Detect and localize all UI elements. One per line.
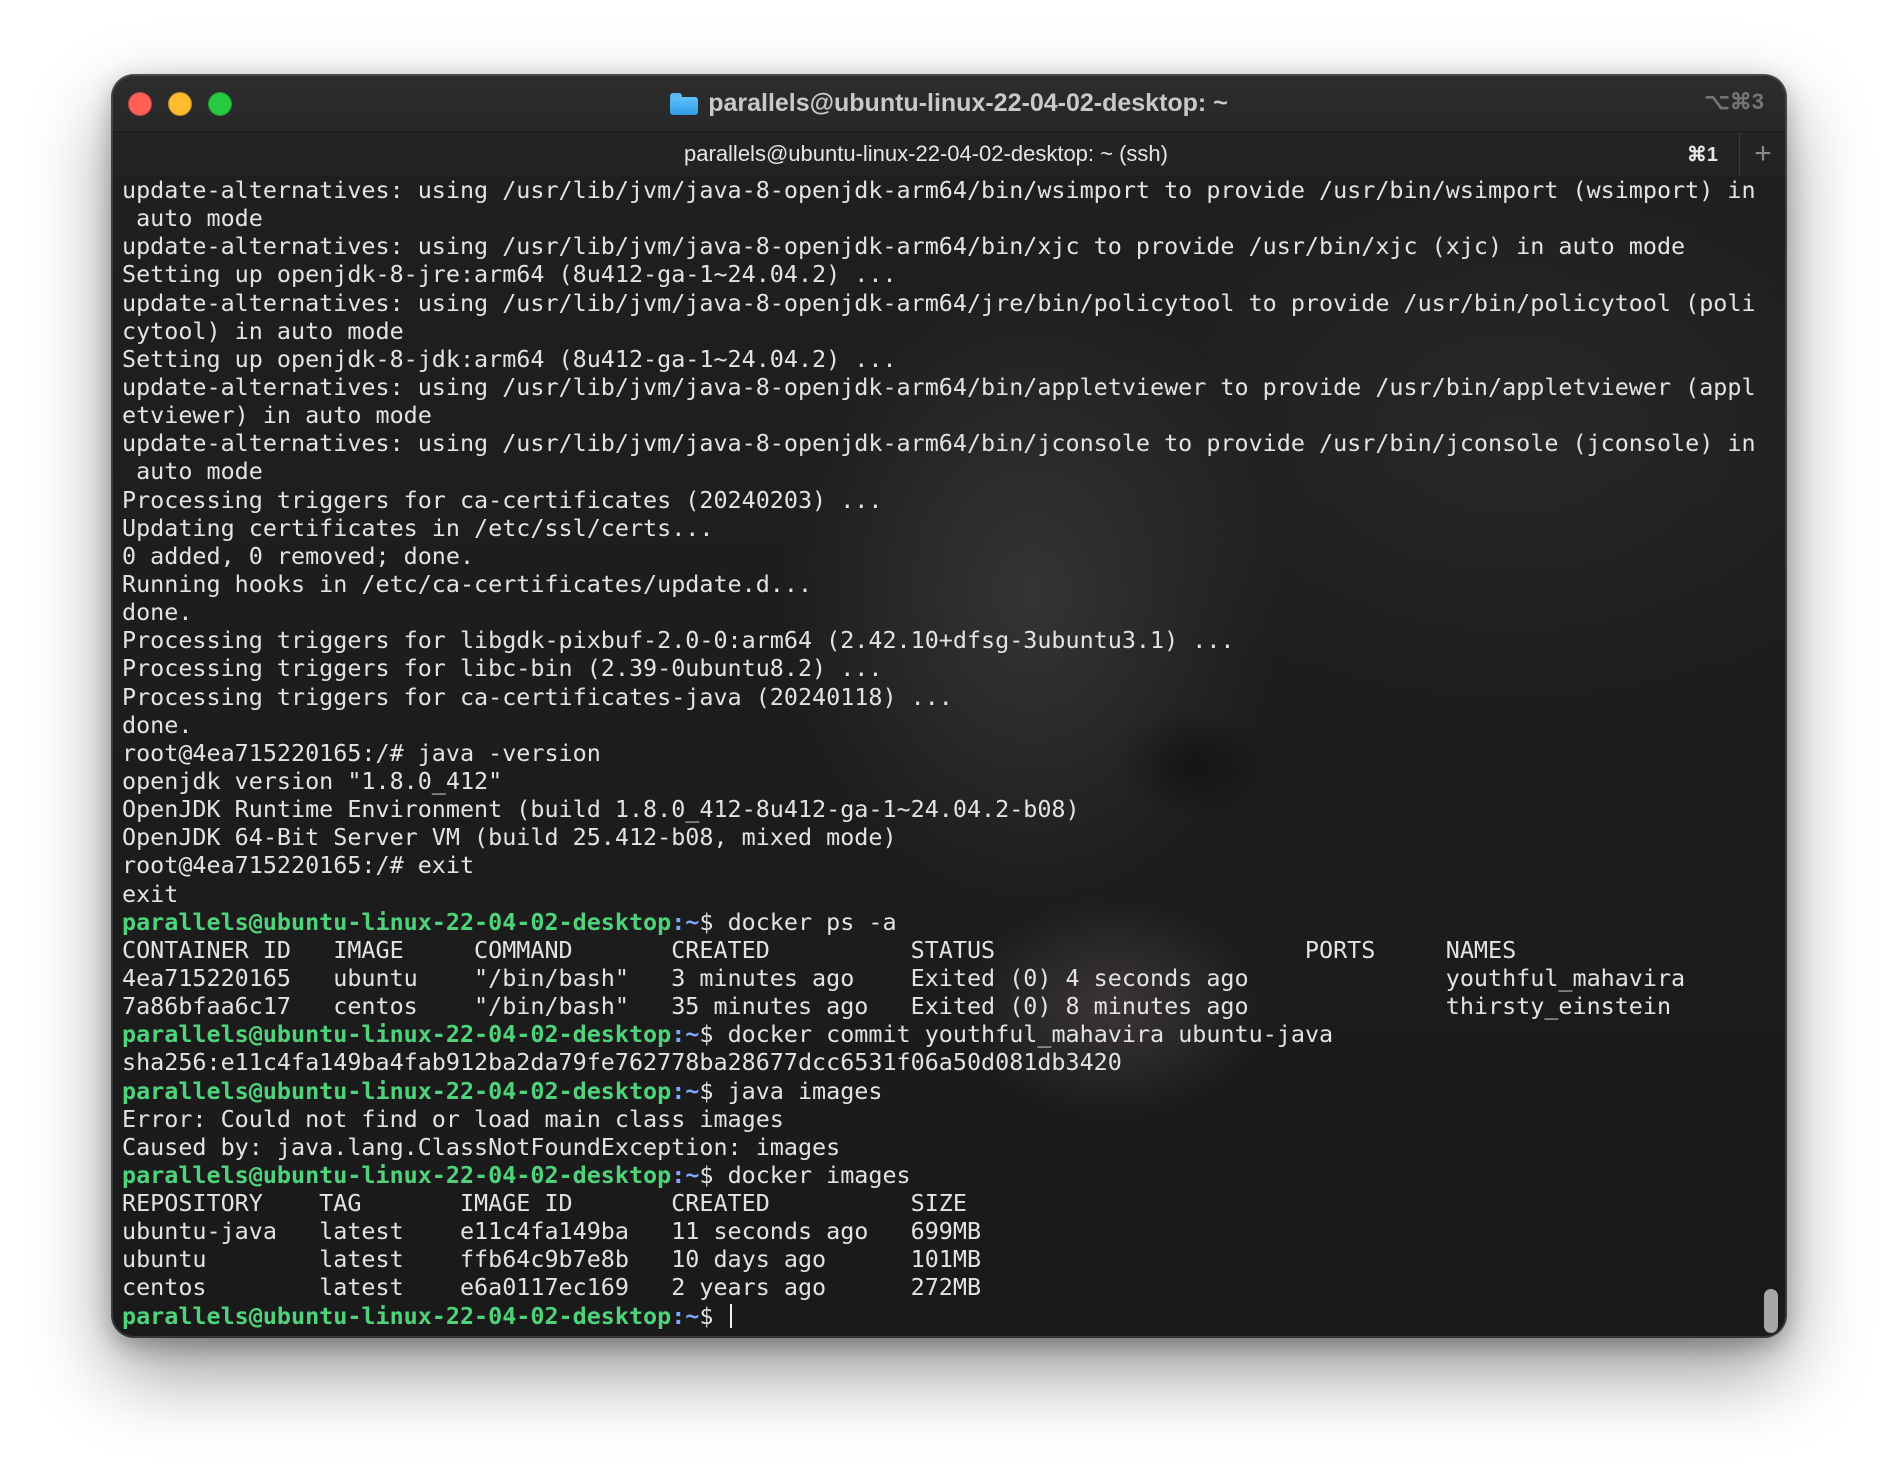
output-line: OpenJDK 64-Bit Server VM (build 25.412-b… <box>122 823 897 852</box>
prompt-user-host: parallels@ubuntu-linux-22-04-02-desktop <box>122 1301 672 1330</box>
prompt-symbol: $ <box>699 1020 728 1049</box>
output-line: cytool) in auto mode <box>122 316 404 345</box>
output-line: update-alternatives: using /usr/lib/jvm/… <box>122 232 1686 261</box>
output-line: done. <box>122 598 193 627</box>
new-tab-button[interactable]: + <box>1739 132 1786 176</box>
prompt-user-host: parallels@ubuntu-linux-22-04-02-desktop <box>122 1160 672 1189</box>
prompt-symbol: $ <box>699 1160 728 1189</box>
terminal-output[interactable]: update-alternatives: using /usr/lib/jvm/… <box>122 176 1756 1330</box>
output-line: update-alternatives: using /usr/lib/jvm/… <box>122 429 1756 458</box>
output-line: Setting up openjdk-8-jre:arm64 (8u412-ga… <box>122 260 897 289</box>
window-title-group: parallels@ubuntu-linux-22-04-02-desktop:… <box>670 89 1228 118</box>
output-line: ubuntu-java latest e11c4fa149ba 11 secon… <box>122 1217 982 1246</box>
output-line: Processing triggers for libc-bin (2.39-0… <box>122 654 883 683</box>
prompt-path: :~ <box>671 907 700 936</box>
output-line: root@4ea715220165:/# exit <box>122 851 475 880</box>
output-line: centos latest e6a0117ec169 2 years ago 2… <box>122 1273 982 1302</box>
window-shortcut: ⌥⌘3 <box>1704 89 1764 114</box>
output-line: update-alternatives: using /usr/lib/jvm/… <box>122 176 1756 204</box>
prompt-symbol: $ <box>699 907 728 936</box>
title-bar[interactable]: parallels@ubuntu-linux-22-04-02-desktop:… <box>112 75 1786 131</box>
minimize-button[interactable] <box>168 92 192 116</box>
output-line: REPOSITORY TAG IMAGE ID CREATED SIZE <box>122 1189 967 1218</box>
command-text: java images <box>727 1076 883 1105</box>
output-line: Updating certificates in /etc/ssl/certs.… <box>122 513 714 542</box>
command-text: docker images <box>727 1160 911 1189</box>
output-line: Running hooks in /etc/ca-certificates/up… <box>122 569 813 598</box>
prompt-line: parallels@ubuntu-linux-22-04-02-desktop:… <box>122 1302 1756 1330</box>
prompt-path: :~ <box>671 1020 700 1049</box>
plus-icon: + <box>1754 137 1772 170</box>
output-line: OpenJDK Runtime Environment (build 1.8.0… <box>122 795 1080 824</box>
output-line: Processing triggers for ca-certificates-… <box>122 682 953 711</box>
tab-shortcut: ⌘1 <box>1686 144 1718 166</box>
tab-bar: parallels@ubuntu-linux-22-04-02-desktop:… <box>112 131 1786 177</box>
output-line: auto mode <box>122 204 263 233</box>
prompt-user-host: parallels@ubuntu-linux-22-04-02-desktop <box>122 1076 672 1105</box>
output-line: auto mode <box>122 457 263 486</box>
output-line: update-alternatives: using /usr/lib/jvm/… <box>122 372 1756 401</box>
prompt-path: :~ <box>671 1160 700 1189</box>
output-line: 7a86bfaa6c17 centos "/bin/bash" 35 minut… <box>122 992 1672 1021</box>
output-line: Setting up openjdk-8-jdk:arm64 (8u412-ga… <box>122 344 897 373</box>
command-text: docker commit youthful_mahavira ubuntu-j… <box>727 1020 1334 1049</box>
output-line: root@4ea715220165:/# java -version <box>122 738 601 767</box>
output-line: 0 added, 0 removed; done. <box>122 541 475 570</box>
prompt-symbol: $ <box>699 1301 728 1330</box>
output-line: done. <box>122 710 193 739</box>
output-line: Error: Could not find or load main class… <box>122 1104 784 1133</box>
output-line: exit <box>122 879 179 908</box>
terminal-window: parallels@ubuntu-linux-22-04-02-desktop:… <box>112 75 1786 1337</box>
output-line: etviewer) in auto mode <box>122 401 432 430</box>
prompt-path: :~ <box>671 1076 700 1105</box>
output-line: CONTAINER ID IMAGE COMMAND CREATED STATU… <box>122 935 1517 964</box>
output-line: ubuntu latest ffb64c9b7e8b 10 days ago 1… <box>122 1245 982 1274</box>
folder-icon <box>670 93 699 115</box>
output-line: sha256:e11c4fa149ba4fab912ba2da79fe76277… <box>122 1048 1122 1077</box>
scrollbar[interactable] <box>1762 176 1778 1337</box>
output-line: Processing triggers for libgdk-pixbuf-2.… <box>122 626 1235 655</box>
terminal-content[interactable]: update-alternatives: using /usr/lib/jvm/… <box>112 176 1786 1337</box>
prompt-user-host: parallels@ubuntu-linux-22-04-02-desktop <box>122 1020 672 1049</box>
tab-ssh-session[interactable]: parallels@ubuntu-linux-22-04-02-desktop:… <box>112 132 1740 176</box>
tab-title: parallels@ubuntu-linux-22-04-02-desktop:… <box>684 141 1168 166</box>
prompt-line: parallels@ubuntu-linux-22-04-02-desktop:… <box>122 1077 1756 1105</box>
close-button[interactable] <box>128 92 152 116</box>
window-title: parallels@ubuntu-linux-22-04-02-desktop:… <box>708 88 1228 117</box>
output-line: 4ea715220165 ubuntu "/bin/bash" 3 minute… <box>122 963 1686 992</box>
prompt-user-host: parallels@ubuntu-linux-22-04-02-desktop <box>122 907 672 936</box>
prompt-path: :~ <box>671 1301 700 1330</box>
output-line: openjdk version "1.8.0_412" <box>122 766 503 795</box>
prompt-line: parallels@ubuntu-linux-22-04-02-desktop:… <box>122 1020 1756 1048</box>
output-line: Processing triggers for ca-certificates … <box>122 485 883 514</box>
output-line: update-alternatives: using /usr/lib/jvm/… <box>122 288 1756 317</box>
maximize-button[interactable] <box>208 92 232 116</box>
scrollbar-thumb[interactable] <box>1764 1289 1778 1333</box>
prompt-line: parallels@ubuntu-linux-22-04-02-desktop:… <box>122 1161 1756 1189</box>
text-cursor <box>729 1303 732 1328</box>
prompt-line: parallels@ubuntu-linux-22-04-02-desktop:… <box>122 908 1756 936</box>
prompt-symbol: $ <box>699 1076 728 1105</box>
output-line: Caused by: java.lang.ClassNotFoundExcept… <box>122 1132 841 1161</box>
window-controls <box>128 92 232 116</box>
command-text: docker ps -a <box>727 907 897 936</box>
